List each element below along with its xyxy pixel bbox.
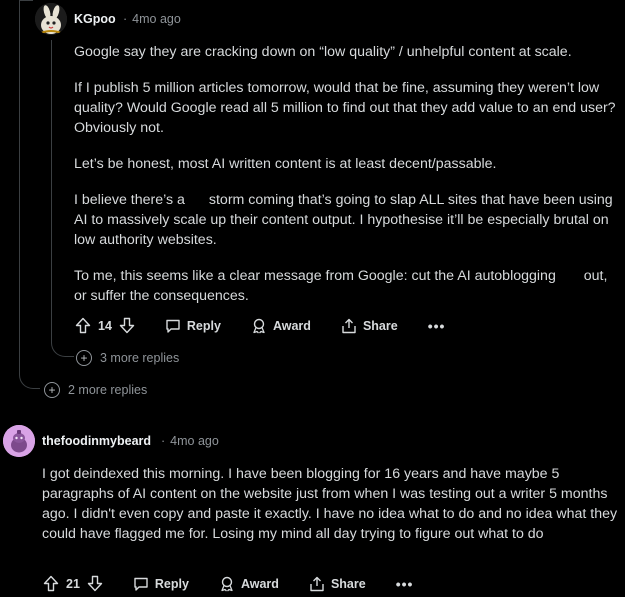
vote-controls: 21 — [43, 575, 103, 592]
arrow-up-icon[interactable] — [43, 575, 59, 592]
thread-line-top — [19, 0, 33, 1]
more-replies-label: 2 more replies — [68, 383, 148, 397]
award-button[interactable]: Award — [251, 318, 311, 334]
vote-controls: 14 — [75, 317, 135, 334]
award-label: Award — [272, 318, 311, 333]
reply-button[interactable]: Reply — [133, 576, 189, 592]
share-button[interactable]: Share — [309, 576, 366, 592]
timestamp[interactable]: 4mo ago — [132, 12, 181, 26]
reply-label: Reply — [154, 576, 189, 591]
paragraph-text: I believe there’s a — [74, 192, 189, 208]
avatar-image — [35, 3, 67, 35]
more-replies-label: 3 more replies — [100, 351, 180, 365]
thread-curve-outer — [19, 366, 40, 389]
paragraph: If I publish 5 million articles tomorrow… — [74, 80, 616, 136]
avatar[interactable] — [3, 425, 35, 457]
reply-button[interactable]: Reply — [165, 318, 221, 334]
paragraph: Let’s be honest, most AI written content… — [74, 156, 497, 172]
comment-meta: · 4mo ago — [155, 434, 219, 448]
more-replies-button[interactable]: + 3 more replies — [76, 350, 179, 366]
speech-bubble-icon — [134, 577, 148, 591]
reply-label: Reply — [186, 318, 221, 333]
comment-meta: · 4mo ago — [117, 12, 181, 26]
separator-dot: · — [161, 434, 166, 448]
award-ribbon-icon — [221, 576, 233, 591]
username[interactable]: thefoodinmybeard — [42, 434, 151, 448]
paragraph: I got deindexed this morning. I have bee… — [42, 466, 618, 542]
speech-bubble-icon — [166, 319, 180, 333]
comment-body: Google say they are cracking down on “lo… — [74, 42, 622, 306]
vote-count: 14 — [98, 318, 112, 333]
comment-body: I got deindexed this morning. I have bee… — [42, 464, 622, 544]
ellipsis-icon[interactable]: ••• — [396, 576, 414, 592]
vote-count: 21 — [66, 576, 80, 591]
paragraph: Google say they are cracking down on “lo… — [74, 44, 572, 60]
paragraph: To me, this seems like a clear message f… — [74, 266, 622, 306]
thread-line-inner — [51, 40, 52, 340]
share-box-arrow-icon — [342, 318, 356, 333]
comment-actions: 21 Reply Award Share ••• — [43, 575, 413, 592]
comment-thread: KGpoo · 4mo ago Google say they are crack… — [0, 0, 625, 597]
avatar[interactable] — [35, 3, 67, 35]
award-label: Award — [240, 576, 279, 591]
paragraph-text: To me, this seems like a clear message f… — [74, 268, 560, 284]
paragraph: I believe there’s a storm coming that’s … — [74, 190, 622, 250]
share-box-arrow-icon — [310, 576, 324, 591]
arrow-down-icon[interactable] — [119, 317, 135, 334]
share-label: Share — [362, 318, 398, 333]
arrow-up-icon[interactable] — [75, 317, 91, 334]
award-ribbon-icon — [253, 318, 265, 333]
separator-dot: · — [123, 12, 128, 26]
timestamp[interactable]: 4mo ago — [170, 434, 219, 448]
plus-circle-icon: + — [44, 382, 60, 398]
redaction-mark — [186, 195, 211, 206]
avatar-image — [3, 425, 35, 457]
plus-circle-icon: + — [76, 350, 92, 366]
ellipsis-icon[interactable]: ••• — [428, 318, 446, 334]
award-button[interactable]: Award — [219, 576, 279, 592]
thread-line-outer — [19, 0, 20, 375]
parent-more-replies-button[interactable]: + 2 more replies — [44, 382, 147, 398]
redaction-mark — [557, 271, 582, 282]
arrow-down-icon[interactable] — [87, 575, 103, 592]
comment-actions: 14 Reply Award Share ••• — [75, 317, 445, 334]
thread-curve-inner — [51, 334, 74, 357]
share-button[interactable]: Share — [341, 318, 398, 334]
share-label: Share — [330, 576, 366, 591]
username[interactable]: KGpoo — [74, 12, 116, 26]
